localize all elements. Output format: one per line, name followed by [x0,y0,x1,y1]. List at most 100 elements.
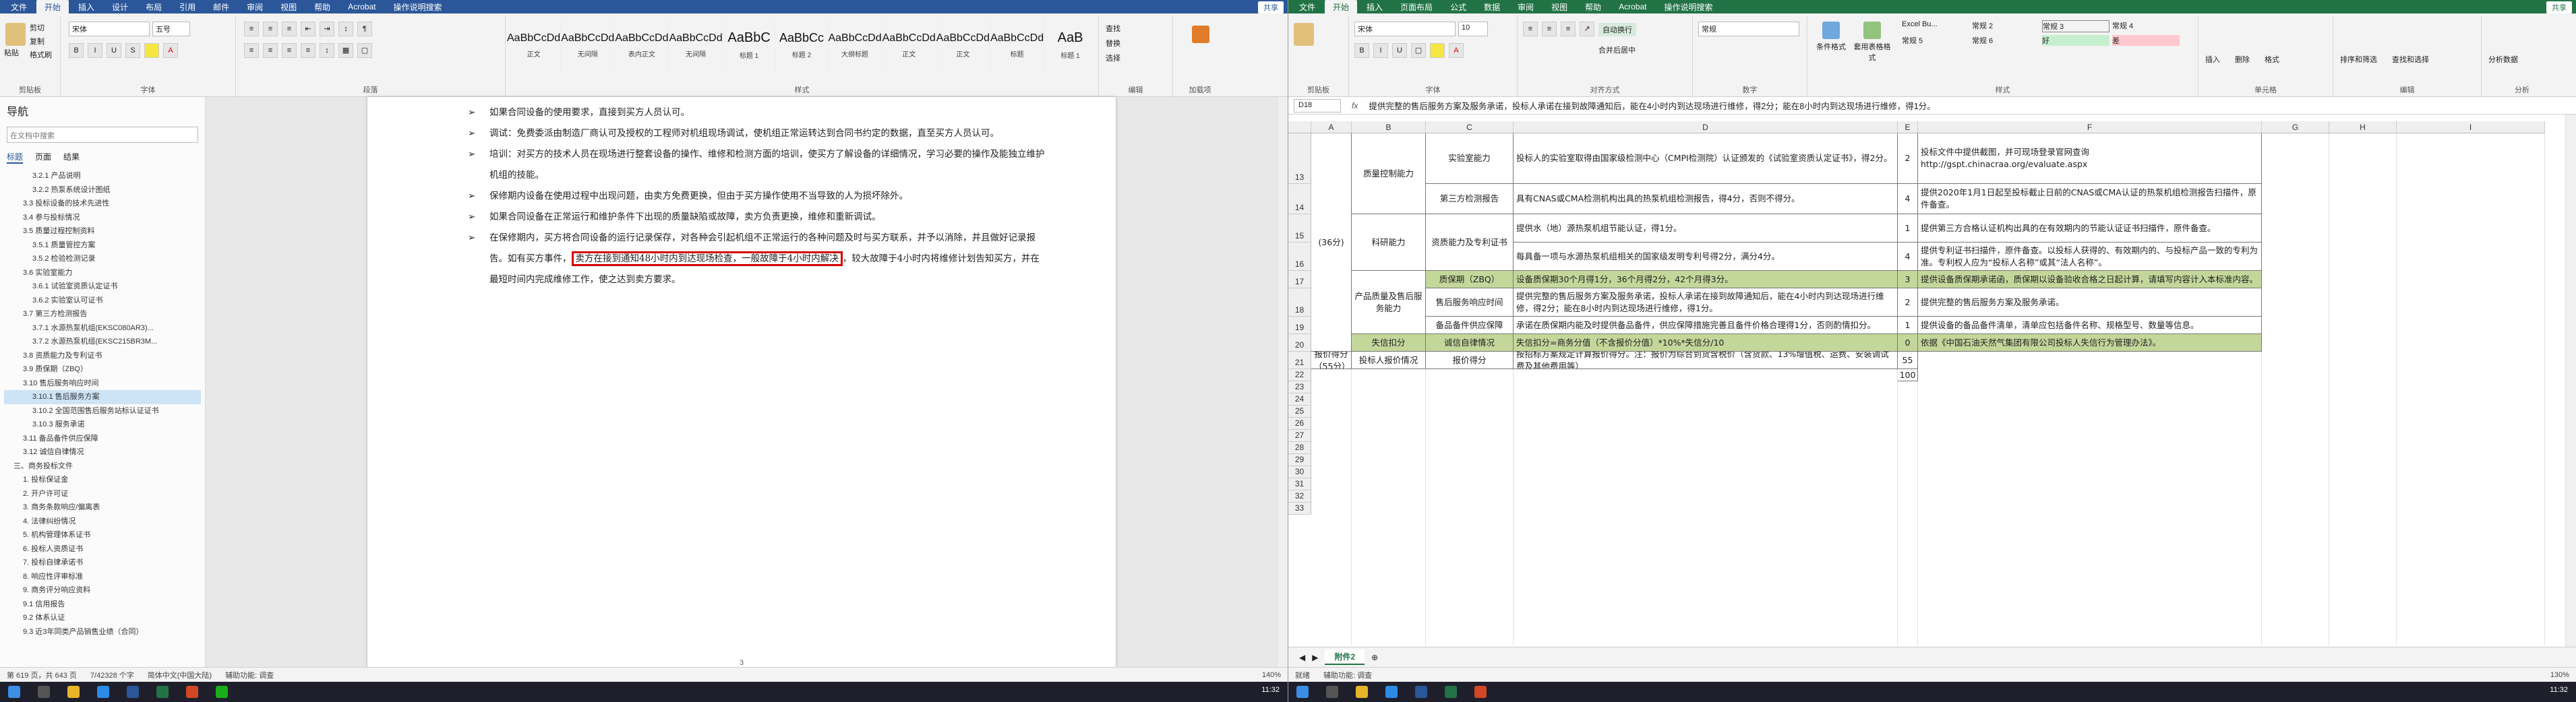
row-header[interactable]: 29 [1288,454,1311,466]
cell-criteria[interactable]: 承诺在质保期内能及时提供备品备件，供应保障措施完善且备件价格合理得1分，否则酌情… [1514,317,1898,334]
nav-tab-headings[interactable]: 标题 [7,151,24,164]
cell-score[interactable]: 1 [1898,317,1918,334]
cell-item[interactable]: 备品备件供应保障 [1426,317,1514,334]
style-heading-1b[interactable]: AaB 标题 1 [1044,18,1098,73]
sort-icon[interactable]: ↕ [338,22,353,36]
cell-score[interactable]: 3 [1898,271,1918,288]
row-header[interactable]: 24 [1288,393,1311,406]
cell-evidence[interactable]: 依据《中国石油天然气集团有限公司投标人失信行为管理办法》。 [1918,334,2262,352]
excel-zoom-level[interactable]: 130% [2550,671,2569,679]
borders-icon[interactable]: ▢ [357,43,372,58]
word-taskbar-icon-2[interactable] [1415,686,1427,698]
sort-filter-button[interactable]: 排序和筛选 [2340,54,2377,65]
nav-heading-item[interactable]: 4. 法律纠纷情况 [4,515,201,529]
row-header[interactable]: 21 [1288,352,1311,369]
word-tab-review[interactable]: 审阅 [239,0,271,14]
cell-subcategory[interactable]: 失信扣分 [1352,334,1426,352]
file-explorer-icon[interactable] [67,686,80,698]
find-button[interactable]: 查找 [1106,22,1120,36]
nav-heading-item[interactable]: 3. 商务条款响应/偏离表 [4,501,201,515]
word-tab-acrobat[interactable]: Acrobat [340,1,384,13]
nav-heading-item[interactable]: 3.3 投标设备的技术先进性 [4,197,201,211]
column-header[interactable]: C [1426,121,1514,133]
cell-item[interactable]: 质保期（ZBQ） [1426,271,1514,288]
align-right-icon[interactable]: ≡ [282,43,297,58]
excel-tab-acrobat[interactable]: Acrobat [1611,1,1654,13]
row-header[interactable]: 22 [1288,369,1311,381]
language[interactable]: 简体中文(中国大陆) [148,670,212,680]
excel-tab-insert[interactable]: 插入 [1358,0,1391,14]
cell-evidence[interactable]: 提供2020年1月1日起至投标截止日前的CNAS或CMA认证的热泵机组检测报告扫… [1918,184,2262,214]
excel-tab-view[interactable]: 视图 [1543,0,1576,14]
cell-score[interactable]: 1 [1898,214,1918,243]
underline-button[interactable]: U [107,43,121,58]
cell-style-2[interactable]: 常规 2 [1972,20,2039,32]
cell-score[interactable]: 4 [1898,243,1918,271]
show-marks-icon[interactable]: ¶ [357,22,372,36]
select-all-corner[interactable] [1288,121,1311,133]
cell-evidence[interactable]: 提供设备的备品备件清单，清单应包括备件名称、规格型号、数量等信息。 [1918,317,2262,334]
row-header[interactable]: 16 [1288,243,1311,271]
column-header[interactable]: I [2397,121,2545,133]
cell-subcategory[interactable]: 科研能力 [1352,214,1426,271]
multilevel-list-icon[interactable]: ≡ [282,22,297,36]
shading-icon[interactable]: ▦ [338,43,353,58]
cell-category[interactable]: 报价得分（55分） [1311,352,1352,369]
row-header[interactable]: 14 [1288,184,1311,214]
excel-clock[interactable]: 11:32 [2550,686,2568,694]
edge-icon-2[interactable] [1385,686,1398,698]
nav-heading-item[interactable]: 9.2 体系认证 [4,611,201,625]
cell-style-1[interactable]: Excel Bu... [1902,20,1969,32]
cell-style-good[interactable]: 好 [2042,35,2109,46]
row-header[interactable]: 31 [1288,478,1311,490]
excel-bold-button[interactable]: B [1354,43,1369,58]
word-tell-me[interactable]: 操作说明搜索 [386,0,450,14]
style-body-2[interactable]: AaBbCcDd 正文 [882,18,936,73]
addins-icon[interactable] [1192,26,1209,43]
nav-heading-item[interactable]: 7. 投标自律承诺书 [4,556,201,570]
style-table-text[interactable]: AaBbCcDd 表内正文 [615,18,669,73]
worksheet-grid[interactable]: A B C D E F G H I 13 14 15 16 17 18 19 20 21 22 (36分) 质量控制能力… [1288,115,2566,647]
cell-style-4[interactable]: 常规 4 [2112,20,2180,32]
cell-evidence[interactable]: 提供专利证书扫描件，原件备查。以投标人获得的、有效期内的、与投标产品一致的专利为… [1918,243,2262,271]
accessibility-status[interactable]: 辅助功能: 调查 [225,670,274,680]
number-format-select[interactable]: 常规 [1698,22,1799,36]
row-header[interactable]: 30 [1288,466,1311,478]
nav-heading-item[interactable]: 3.7.1 水源热泵机组(EKSC080AR3)... [4,321,201,336]
nav-search-input[interactable]: 在文档中搜索 [7,127,198,143]
cell-score[interactable]: 100 [1898,369,1918,381]
cell-score[interactable]: 2 [1898,288,1918,317]
nav-heading-item[interactable]: 3.5.2 检验检测记录 [4,252,201,266]
nav-heading-item[interactable]: 6. 投标人资质证书 [4,542,201,556]
excel-accessibility-status[interactable]: 辅助功能: 调查 [1323,670,1372,680]
word-tab-insert[interactable]: 插入 [70,0,102,14]
nav-heading-item[interactable]: 1. 投标保证金 [4,473,201,487]
nav-tab-results[interactable]: 结果 [63,151,80,164]
add-sheet-icon[interactable]: ⊕ [1371,653,1378,662]
cell-item[interactable]: 售后服务响应时间 [1426,288,1514,317]
nav-heading-item[interactable]: 3.2.1 产品说明 [4,169,201,183]
cell-criteria[interactable]: 投标人的实验室取得由国家级检测中心（CMPI检测院）认证颁发的《试验室资质认定证… [1514,133,1898,184]
excel-tab-page-layout[interactable]: 页面布局 [1392,0,1441,14]
search-icon[interactable] [38,686,50,698]
sheet-tab-attachment-2[interactable]: 附件2 [1325,649,1365,665]
excel-font-size-select[interactable]: 10 [1458,22,1488,36]
word-count[interactable]: 7/42328 个字 [90,670,134,680]
sheet-nav-right-icon[interactable]: ▶ [1312,653,1318,662]
nav-heading-item[interactable]: 3.4 参与投标情况 [4,211,201,225]
cell-criteria[interactable]: 每具备一项与水源热泵机组相关的国家级发明专利号得2分，满分4分。 [1514,243,1898,271]
bullets-icon[interactable]: ≡ [244,22,259,36]
find-select-button[interactable]: 查找和选择 [2392,54,2429,65]
cell-item[interactable]: 诚信自律情况 [1426,334,1514,352]
wechat-icon[interactable] [216,686,228,698]
word-tab-design[interactable]: 设计 [104,0,136,14]
style-no-spacing[interactable]: AaBbCcDd 无间隔 [561,18,616,73]
start-icon-2[interactable] [1296,686,1309,698]
word-taskbar-icon[interactable] [127,686,139,698]
word-vertical-scrollbar[interactable] [1277,97,1288,667]
nav-heading-item[interactable]: 3.9 质保期（ZBQ） [4,362,201,377]
cell-criteria[interactable]: 按招标方案规定计算报价得分。注：报价为综合到货含税价（含货款、13%增值税、运费… [1514,352,1898,369]
formula-input[interactable]: 提供完整的售后服务方案及服务承诺，投标人承诺在接到故障通知后，能在4小时内到达现… [1369,99,1935,112]
nav-heading-item[interactable]: 3.10.1 售后服务方案 [4,390,201,404]
word-tab-view[interactable]: 视图 [272,0,305,14]
